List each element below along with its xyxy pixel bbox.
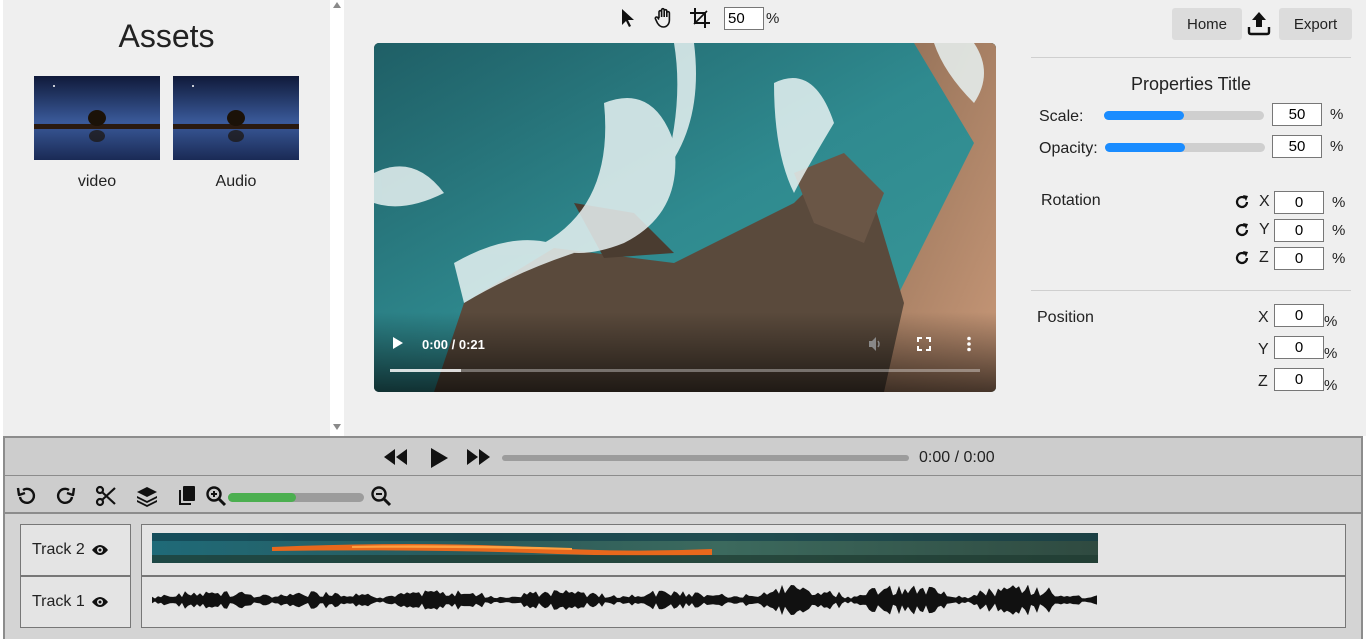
divider — [1031, 57, 1351, 58]
fullscreen-icon[interactable] — [917, 337, 931, 356]
zoom-unit-label: % — [766, 9, 780, 27]
transport-bar: 0:00 / 0:00 — [3, 436, 1363, 477]
track-lane-2[interactable] — [141, 524, 1346, 576]
rotation-label: Rotation — [1041, 192, 1101, 209]
pointer-icon[interactable] — [616, 6, 640, 30]
transport-time-display: 0:00 / 0:00 — [919, 449, 995, 466]
undo-icon[interactable] — [15, 485, 37, 507]
player-time-display: 0:00 / 0:21 — [422, 337, 485, 352]
rotation-y-input[interactable] — [1274, 219, 1324, 242]
eye-icon[interactable] — [91, 595, 109, 609]
rotate-icon[interactable] — [1234, 250, 1250, 266]
scissors-icon[interactable] — [95, 485, 117, 507]
video-player[interactable]: 0:00 / 0:21 — [374, 43, 996, 392]
scroll-up-arrow-icon[interactable] — [333, 2, 341, 8]
rotation-y-unit: % — [1332, 222, 1346, 239]
crop-icon[interactable] — [688, 6, 712, 30]
asset-label: video — [77, 173, 117, 190]
position-y-input[interactable] — [1274, 336, 1324, 359]
rewind-icon[interactable] — [383, 447, 409, 472]
scroll-down-arrow-icon[interactable] — [333, 424, 341, 430]
scale-label: Scale: — [1039, 108, 1084, 125]
copy-icon[interactable] — [177, 485, 199, 507]
assets-scrollbar[interactable] — [330, 0, 344, 436]
asset-thumbnail — [34, 76, 160, 160]
properties-panel: Home Export Properties Title Scale: % Op… — [1028, 0, 1366, 436]
rotate-icon[interactable] — [1234, 222, 1250, 238]
opacity-input[interactable] — [1272, 135, 1322, 158]
rotation-z-input[interactable] — [1274, 247, 1324, 270]
position-z-input[interactable] — [1274, 368, 1324, 391]
video-clip[interactable] — [152, 533, 1098, 563]
position-label: Position — [1037, 309, 1094, 326]
timeline-seek-bar[interactable] — [502, 455, 909, 461]
upload-icon[interactable] — [1246, 10, 1272, 36]
asset-thumbnail — [173, 76, 299, 160]
player-play-icon[interactable] — [393, 337, 403, 349]
more-options-icon[interactable] — [966, 336, 972, 357]
layers-icon[interactable] — [136, 485, 158, 507]
position-x-input[interactable] — [1274, 304, 1324, 327]
asset-item-audio[interactable]: Audio — [173, 76, 299, 191]
timeline-zoom-slider[interactable] — [228, 493, 364, 502]
position-z-unit: % — [1324, 377, 1338, 394]
timeline-zoom-fill — [228, 493, 296, 502]
opacity-slider-fill — [1105, 143, 1185, 152]
timeline: Track 2 Track 1 — [3, 514, 1363, 639]
home-button[interactable]: Home — [1172, 8, 1242, 40]
track-label: Track 2 — [32, 541, 85, 558]
position-x-axis-label: X — [1258, 309, 1269, 326]
opacity-slider[interactable] — [1105, 143, 1265, 152]
track-label: Track 1 — [32, 593, 85, 610]
assets-title: Assets — [118, 18, 215, 54]
zoom-in-icon[interactable] — [205, 485, 227, 507]
assets-panel: Assets video Audio — [3, 0, 330, 436]
scale-unit: % — [1330, 106, 1344, 123]
zoom-out-icon[interactable] — [370, 485, 392, 507]
opacity-unit: % — [1330, 138, 1344, 155]
fast-forward-icon[interactable] — [465, 447, 491, 472]
divider — [1031, 290, 1351, 291]
rotation-x-axis-label: X — [1259, 193, 1270, 210]
preview-area: % — [344, 0, 1028, 436]
mute-icon[interactable] — [868, 336, 884, 357]
scale-input[interactable] — [1272, 103, 1322, 126]
hand-icon[interactable] — [652, 6, 676, 30]
position-x-unit: % — [1324, 313, 1338, 330]
scale-slider-fill — [1104, 111, 1184, 120]
rotation-z-axis-label: Z — [1259, 249, 1269, 266]
position-y-axis-label: Y — [1258, 341, 1269, 358]
rotation-z-unit: % — [1332, 250, 1346, 267]
track-header-2[interactable]: Track 2 — [20, 524, 131, 576]
play-icon[interactable] — [429, 447, 449, 474]
rotate-icon[interactable] — [1234, 194, 1250, 210]
eye-icon[interactable] — [91, 543, 109, 557]
rotation-x-unit: % — [1332, 194, 1346, 211]
position-y-unit: % — [1324, 345, 1338, 362]
track-header-1[interactable]: Track 1 — [20, 576, 131, 628]
track-lane-1[interactable] — [141, 576, 1346, 628]
controls-overlay — [374, 312, 996, 392]
opacity-label: Opacity: — [1039, 140, 1098, 157]
player-progress-bar[interactable] — [390, 369, 980, 372]
redo-icon[interactable] — [55, 485, 77, 507]
asset-item-video[interactable]: video — [34, 76, 160, 191]
asset-label: Audio — [215, 173, 257, 190]
edit-toolbar — [3, 476, 1363, 514]
scale-slider[interactable] — [1104, 111, 1264, 120]
canvas-toolbar: % — [616, 5, 779, 31]
canvas-zoom-input[interactable] — [724, 6, 764, 30]
position-z-axis-label: Z — [1258, 373, 1268, 390]
rotation-y-axis-label: Y — [1259, 221, 1270, 238]
export-button[interactable]: Export — [1279, 8, 1352, 40]
player-buffered-bar — [390, 369, 461, 372]
rotation-x-input[interactable] — [1274, 191, 1324, 214]
properties-title: Properties Title — [1130, 74, 1252, 94]
audio-waveform-clip[interactable] — [152, 585, 1098, 615]
